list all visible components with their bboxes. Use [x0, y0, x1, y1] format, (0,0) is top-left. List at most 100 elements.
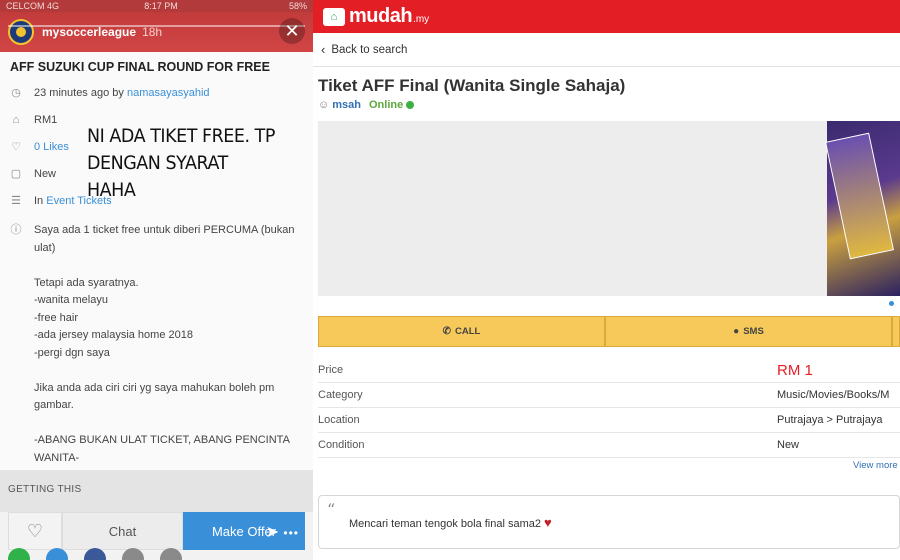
- share-row: [8, 548, 208, 560]
- description-line: Saya ada 1 ticket free untuk diberi PERC…: [34, 224, 295, 254]
- author-link[interactable]: namasayasyahid: [127, 87, 210, 99]
- status-bar: CELCOM 4G 8:17 PM 58%: [0, 0, 313, 12]
- whatsapp-icon[interactable]: [8, 548, 30, 560]
- link-icon[interactable]: [122, 548, 144, 560]
- avatar-emblem-icon: [16, 27, 26, 37]
- likes-link[interactable]: 0 Likes: [34, 141, 69, 153]
- listing-title: AFF SUZUKI CUP FINAL ROUND FOR FREE: [10, 60, 270, 74]
- facebook-icon[interactable]: [84, 548, 106, 560]
- description-line: [34, 362, 299, 380]
- price-value: RM 1: [777, 361, 813, 379]
- extra-contact-button[interactable]: [892, 316, 900, 347]
- condition-row: ▢ New: [10, 166, 56, 182]
- story-age: 18h: [142, 25, 163, 39]
- ad-description: Mencari teman tengok bola final sama2 ♥: [349, 515, 552, 530]
- detail-row-location: Location Putrajaya > Putrajaya: [318, 408, 900, 433]
- seller-info: ☺ msah Online: [318, 99, 415, 111]
- more-icon[interactable]: •••: [283, 526, 299, 540]
- description-line: -ABANG BUKAN ULAT TICKET, ABANG PENCINTA…: [34, 434, 290, 464]
- description-line: [34, 415, 299, 433]
- info-icon: ⓘ: [10, 224, 22, 236]
- detail-value[interactable]: Putrajaya > Putrajaya: [777, 414, 882, 426]
- user-icon: ☺: [318, 99, 330, 111]
- carrier-label: CELCOM 4G: [6, 1, 60, 11]
- gallery-pager-dot[interactable]: [889, 301, 894, 306]
- sms-label: SMS: [743, 326, 764, 337]
- mudah-logo[interactable]: mudah: [349, 5, 413, 28]
- back-to-search-link[interactable]: ‹ Back to search: [313, 33, 900, 67]
- clock-label: 8:17 PM: [144, 1, 178, 11]
- clock-icon: ◷: [11, 87, 21, 99]
- make-offer-button[interactable]: Make Offer ➤ •••: [183, 512, 305, 550]
- description-line: -ada jersey malaysia home 2018: [34, 329, 193, 341]
- price-row: ⌂ RM1: [10, 112, 58, 128]
- detail-row-category: Category Music/Movies/Books/M: [318, 383, 900, 408]
- ad-description-box: “ Mencari teman tengok bola final sama2 ♥: [318, 495, 900, 549]
- listing-description: Saya ada 1 ticket free untuk diberi PERC…: [34, 222, 299, 467]
- chat-bubble-icon: ●: [733, 326, 740, 337]
- description-line: -wanita melayu: [34, 294, 108, 306]
- detail-key: Category: [318, 389, 363, 401]
- mudah-logo-tld: .my: [413, 14, 430, 25]
- page-title: Tiket AFF Final (Wanita Single Sahaja): [318, 76, 626, 95]
- send-icon[interactable]: ➤: [266, 522, 279, 542]
- image-gallery[interactable]: [318, 121, 900, 296]
- story-header: mysoccerleague 18h ✕: [0, 12, 313, 52]
- sms-button[interactable]: ● SMS: [605, 316, 892, 347]
- chat-button[interactable]: Chat: [62, 512, 183, 550]
- description-line: [34, 257, 299, 275]
- ticket-image: [825, 132, 894, 260]
- detail-row-condition: Condition New: [318, 433, 900, 458]
- description-line: Tetapi ada syaratnya.: [34, 276, 139, 289]
- story-progress-bar: [8, 25, 305, 27]
- contact-bar: ✆ CALL ● SMS: [318, 316, 900, 347]
- ad-description-text: Mencari teman tengok bola final sama2: [349, 518, 541, 530]
- detail-key: Price: [318, 364, 344, 376]
- heart-emoji-icon: ♥: [544, 515, 552, 530]
- heart-icon: ♡: [11, 141, 21, 153]
- listing-card: AFF SUZUKI CUP FINAL ROUND FOR FREE ◷ 23…: [0, 52, 313, 470]
- description-line: -pergi dgn saya: [34, 346, 110, 359]
- price-text: RM1: [34, 114, 58, 126]
- story-overlay-caption: NI ADA TIKET FREE. TP DENGAN SYARAT HAHA: [87, 123, 280, 204]
- overlay-line: DENGAN SYARAT HAHA: [87, 152, 228, 201]
- info-row: ⓘ: [10, 222, 34, 238]
- detail-value[interactable]: Music/Movies/Books/M: [777, 389, 889, 401]
- close-icon[interactable]: ✕: [279, 18, 305, 44]
- list-icon: ☰: [11, 195, 21, 207]
- avatar[interactable]: [8, 19, 34, 45]
- messenger-icon[interactable]: [46, 548, 68, 560]
- action-bar: ♡ Chat Make Offer ➤ •••: [8, 512, 305, 550]
- view-more-link[interactable]: View more: [853, 460, 898, 471]
- quote-icon: “: [327, 500, 336, 519]
- category-prefix: In: [34, 195, 44, 207]
- description-line: -free hair: [34, 311, 79, 324]
- posted-row: ◷ 23 minutes ago by namasayasyahid: [10, 85, 210, 101]
- copy-icon[interactable]: [160, 548, 182, 560]
- ticket-photo[interactable]: [825, 121, 900, 296]
- battery-label: 58%: [288, 1, 307, 11]
- tag-icon: ⌂: [12, 114, 20, 126]
- chevron-left-icon: ‹: [321, 42, 326, 57]
- back-label: Back to search: [331, 43, 408, 56]
- box-icon: ▢: [10, 168, 22, 180]
- detail-row-price: Price RM 1: [318, 358, 900, 383]
- mudah-logo-icon[interactable]: ⌂: [323, 7, 345, 26]
- overlay-line: NI ADA TIKET FREE. TP: [87, 125, 275, 147]
- detail-value: New: [777, 439, 800, 451]
- online-status: Online: [368, 99, 404, 111]
- call-button[interactable]: ✆ CALL: [318, 316, 605, 347]
- mudah-header: ⌂ mudah .my: [313, 0, 900, 33]
- phone-icon: ✆: [442, 326, 452, 337]
- detail-key: Location: [318, 414, 360, 426]
- story-panel: CELCOM 4G 8:17 PM 58% mysoccerleague 18h…: [0, 0, 313, 560]
- like-button[interactable]: ♡: [8, 512, 62, 550]
- story-username[interactable]: mysoccerleague: [42, 25, 136, 39]
- likes-row: ♡ 0 Likes: [10, 139, 69, 155]
- seller-name-link[interactable]: msah: [332, 99, 361, 111]
- posted-text: 23 minutes ago by: [34, 87, 124, 99]
- details-table: Price RM 1 Category Music/Movies/Books/M…: [318, 358, 900, 458]
- call-label: CALL: [455, 326, 481, 337]
- detail-key: Condition: [318, 439, 365, 451]
- online-dot-icon: [406, 101, 415, 109]
